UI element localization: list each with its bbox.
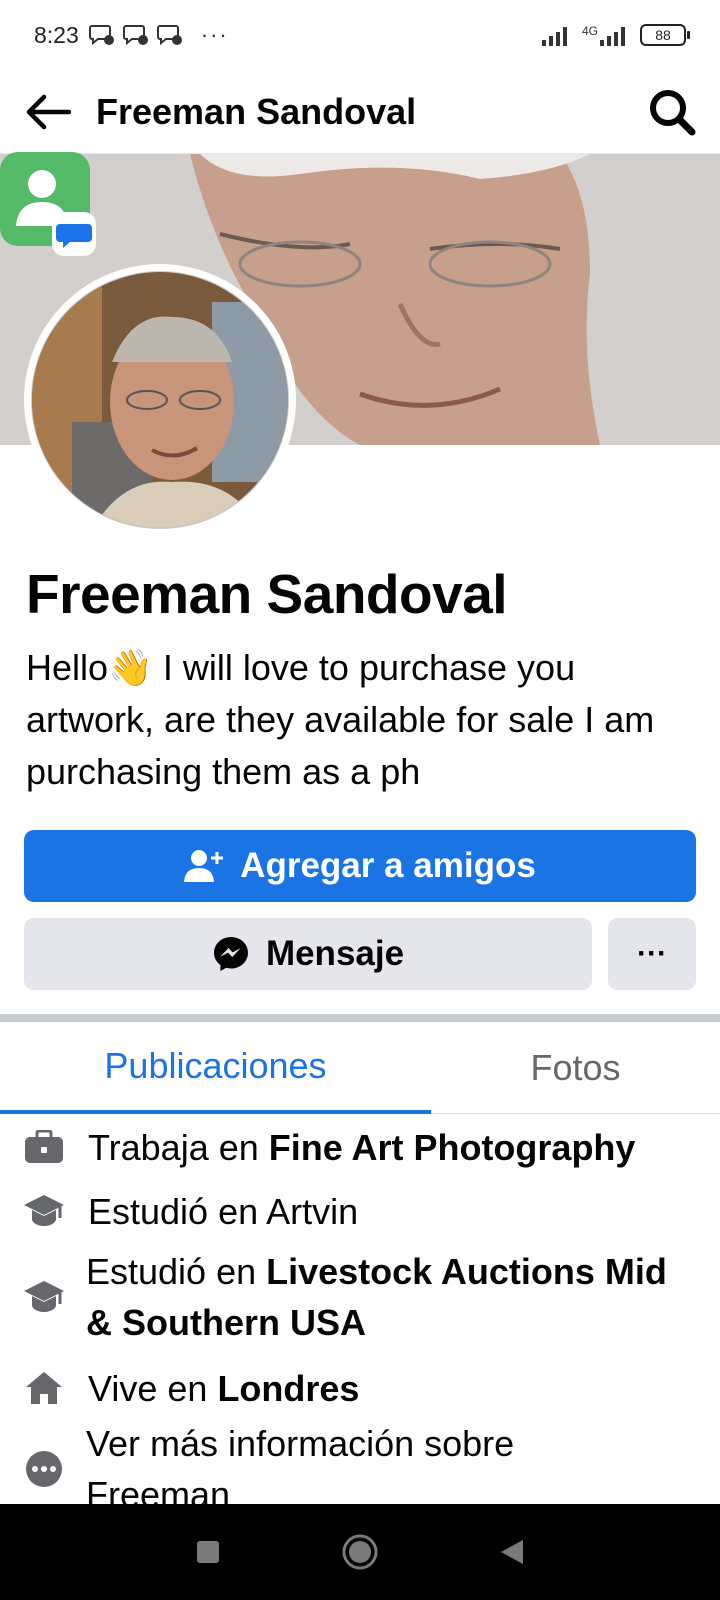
contact-overlay-badge[interactable] xyxy=(0,152,98,260)
search-icon xyxy=(650,89,696,135)
battery-icon: 88 xyxy=(640,24,690,46)
messenger-icon xyxy=(213,937,248,971)
page-title: Freeman Sandoval xyxy=(96,90,417,132)
intro-education-1-text: Estudió en Artvin xyxy=(88,1190,359,1232)
intro-work[interactable]: Trabaja en Fine Art Photography xyxy=(0,1118,720,1176)
work-place: Fine Art Photography xyxy=(268,1126,636,1168)
avatar-portrait-image xyxy=(32,272,288,528)
intro-education-1[interactable]: Estudió en Artvin xyxy=(0,1182,720,1240)
section-divider xyxy=(0,1014,720,1022)
battery-level: 88 xyxy=(655,27,671,43)
network-type: 4G xyxy=(582,24,630,46)
app-bar: Freeman Sandoval xyxy=(0,70,720,154)
lives-prefix: Vive en xyxy=(88,1367,218,1409)
more-dots-icon: ··· xyxy=(637,937,667,970)
signal-icon-2 xyxy=(600,27,625,46)
graduation-cap-icon xyxy=(0,1193,88,1229)
home-circle-icon[interactable] xyxy=(341,1533,379,1571)
network-label: 4G xyxy=(581,24,598,38)
notification-icons xyxy=(88,23,183,47)
tab-publicaciones[interactable]: Publicaciones xyxy=(0,1022,431,1114)
intro-lives[interactable]: Vive en Londres xyxy=(0,1360,720,1416)
status-time: 8:23 xyxy=(34,21,79,48)
waving-hand-emoji: 👋 xyxy=(108,647,153,688)
bio-prefix: Hello xyxy=(26,647,109,688)
message-button[interactable]: Mensaje xyxy=(24,918,592,990)
intro-lives-text: Vive en Londres xyxy=(88,1363,359,1414)
back-triangle-icon[interactable] xyxy=(499,1538,525,1566)
tab-fotos[interactable]: Fotos xyxy=(431,1022,720,1114)
profile-bio: Hello👋 I will love to purchase you artwo… xyxy=(26,642,696,798)
contact-message-icon xyxy=(0,152,96,256)
recents-icon[interactable] xyxy=(195,1539,221,1565)
work-prefix: Trabaja en xyxy=(88,1126,269,1168)
home-icon xyxy=(0,1370,88,1406)
status-bar: 8:23 ··· 4G 88 xyxy=(0,0,720,70)
message-label: Mensaje xyxy=(265,934,405,973)
intro-education-2-text: Estudió en Livestock Auctions Mid & Sout… xyxy=(86,1246,696,1348)
chat-notification-icon xyxy=(156,25,182,46)
add-friend-label: Agregar a amigos xyxy=(240,846,536,885)
profile-name: Freeman Sandoval xyxy=(26,563,508,625)
profile-tabs: Publicaciones Fotos xyxy=(0,1022,720,1114)
chat-notification-icon xyxy=(88,25,114,46)
chat-notification-icon xyxy=(122,25,148,46)
more-notifications-dots: ··· xyxy=(200,22,229,47)
more-info-icon xyxy=(0,1450,88,1488)
intro-education-2[interactable]: Estudió en Livestock Auctions Mid & Sout… xyxy=(0,1246,720,1348)
back-arrow-icon xyxy=(26,94,71,129)
add-friend-icon xyxy=(184,850,224,882)
study2-prefix: Estudió en xyxy=(86,1251,267,1292)
more-options-button[interactable]: ··· xyxy=(608,918,696,990)
signal-icon xyxy=(541,27,567,46)
search-button[interactable] xyxy=(624,70,720,154)
back-button[interactable] xyxy=(0,70,96,154)
graduation-cap-icon-2 xyxy=(0,1279,88,1315)
system-navigation-bar xyxy=(0,1504,720,1600)
avatar xyxy=(31,271,289,529)
briefcase-icon xyxy=(0,1130,88,1164)
lives-place: Londres xyxy=(217,1367,360,1409)
profile-avatar[interactable] xyxy=(24,264,296,536)
add-friend-button[interactable]: Agregar a amigos xyxy=(24,830,696,902)
intro-work-text: Trabaja en Fine Art Photography xyxy=(88,1122,635,1173)
